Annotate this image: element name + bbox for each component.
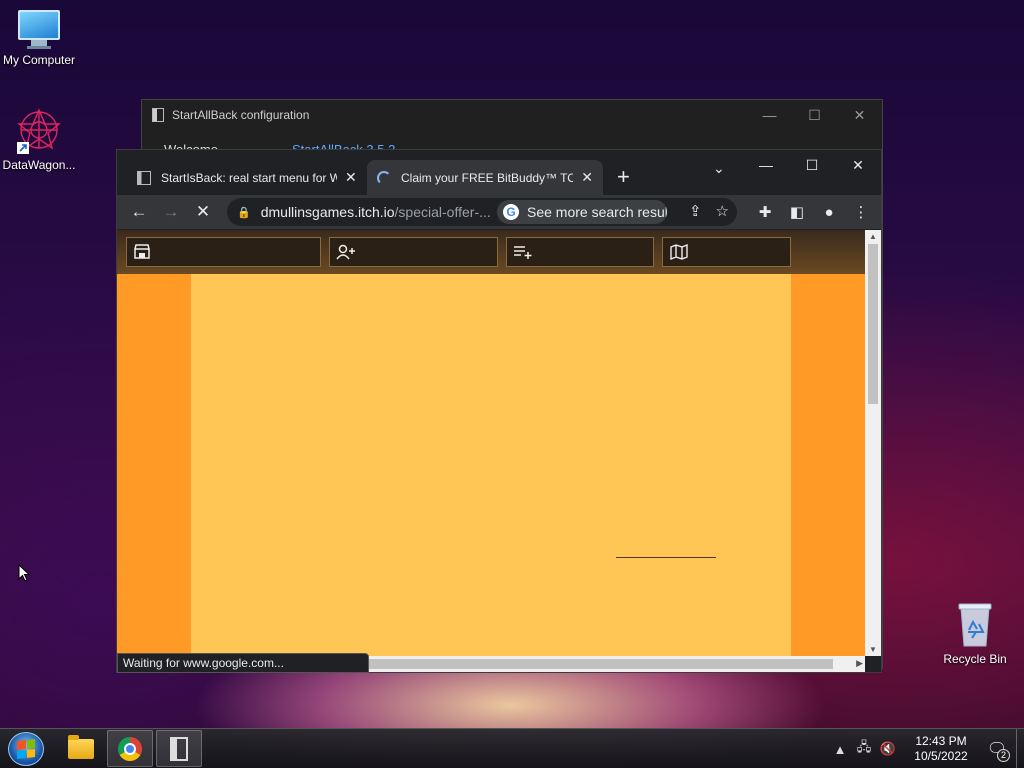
address-bar[interactable]: 🔒 dmullinsgames.itch.io/special-offer-..… xyxy=(227,198,737,226)
network-icon[interactable]: 🖧 xyxy=(852,738,876,760)
show-desktop-button[interactable] xyxy=(1016,729,1024,768)
vertical-scroll-thumb[interactable] xyxy=(868,244,878,404)
desktop-icon-label: DataWagon... xyxy=(2,158,76,172)
clock-time: 12:43 PM xyxy=(915,734,967,748)
notification-badge: 2 xyxy=(997,749,1010,762)
sab-maximize-button[interactable]: ☐ xyxy=(792,100,837,130)
tab-search-button[interactable]: ⌄ xyxy=(713,160,725,177)
monitor-icon xyxy=(0,10,82,49)
extensions-icon[interactable]: ✚ xyxy=(749,198,781,226)
forward-button[interactable]: → xyxy=(155,198,187,226)
desktop-icon-recycle-bin[interactable]: Recycle Bin xyxy=(932,602,1018,666)
google-icon: G xyxy=(503,204,519,220)
profile-icon[interactable]: ● xyxy=(813,198,845,226)
scroll-right-arrow-icon[interactable]: ▶ xyxy=(856,658,863,669)
sab-close-button[interactable]: ✕ xyxy=(837,100,882,130)
volume-muted-icon[interactable]: 🔇 xyxy=(876,741,900,757)
url-text: dmullinsgames.itch.io/special-offer-... xyxy=(261,204,491,220)
search-chip-label: See more search results xyxy=(527,204,667,220)
itch-home-button[interactable] xyxy=(126,237,321,267)
playlist-add-icon xyxy=(514,246,532,259)
datawagon-logo-icon xyxy=(17,108,61,154)
mouse-cursor-icon xyxy=(18,564,30,582)
menu-kebab-icon[interactable]: ⋮ xyxy=(845,198,877,226)
map-icon xyxy=(670,244,688,260)
tab-strip: StartIsBack: real start menu for Windows… xyxy=(117,150,881,195)
loading-spinner-icon xyxy=(377,170,391,185)
desktop-icon-my-computer[interactable]: My Computer xyxy=(0,10,82,67)
desktop-icon-datawagon[interactable]: DataWagon... xyxy=(0,106,82,172)
tab-close-icon[interactable]: ✕ xyxy=(345,169,357,186)
sab-window-title: StartAllBack configuration xyxy=(172,108,310,122)
recycle-bin-icon xyxy=(958,603,992,647)
taskbar-startallback[interactable] xyxy=(156,730,202,767)
tab-startisback[interactable]: StartIsBack: real start menu for Windows… xyxy=(127,160,367,195)
chrome-close-button[interactable]: ✕ xyxy=(835,150,881,180)
chrome-minimize-button[interactable]: — xyxy=(743,150,789,180)
scroll-up-arrow-icon[interactable]: ▲ xyxy=(865,232,881,241)
page-left-margin xyxy=(117,274,191,656)
search-results-chip[interactable]: G See more search results xyxy=(497,200,667,224)
tab-title: Claim your FREE BitBuddy™ TODAY xyxy=(401,170,574,185)
side-panel-icon[interactable]: ◧ xyxy=(781,198,813,226)
vertical-scrollbar[interactable]: ▲ ▼ xyxy=(865,230,881,656)
tab-title: StartIsBack: real start menu for Windows xyxy=(161,170,337,185)
itch-logo-icon xyxy=(134,244,150,259)
system-tray: ▲ 🖧 🔇 12:43 PM 10/5/2022 🗨 2 xyxy=(828,729,1024,768)
add-user-icon xyxy=(336,244,355,260)
startallback-icon xyxy=(170,736,188,761)
bookmark-star-icon[interactable]: ☆ xyxy=(716,202,729,220)
page-viewport[interactable] xyxy=(117,230,865,656)
desktop-icon-label: My Computer xyxy=(2,53,76,67)
url-domain: dmullinsgames.itch.io xyxy=(260,204,395,220)
share-icon[interactable]: ⇪ xyxy=(689,202,702,220)
startallback-icon xyxy=(152,108,164,122)
chrome-icon xyxy=(118,736,142,761)
itch-add-to-collection-button[interactable] xyxy=(506,237,654,267)
back-button[interactable]: ← xyxy=(123,198,155,226)
chrome-maximize-button[interactable]: ☐ xyxy=(789,150,835,180)
taskbar: ▲ 🖧 🔇 12:43 PM 10/5/2022 🗨 2 xyxy=(0,728,1024,768)
tab-close-icon[interactable]: ✕ xyxy=(581,169,593,186)
new-tab-button[interactable]: + xyxy=(617,164,630,190)
windows-logo-icon xyxy=(17,739,35,759)
desktop-icon-label: Recycle Bin xyxy=(943,652,1007,666)
notification-center-button[interactable]: 🗨 2 xyxy=(982,739,1012,762)
itch-add-friend-button[interactable] xyxy=(329,237,498,267)
itch-map-button[interactable] xyxy=(662,237,791,267)
show-hidden-icons-button[interactable]: ▲ xyxy=(828,742,852,757)
lock-icon[interactable]: 🔒 xyxy=(237,206,251,219)
chrome-window[interactable]: StartIsBack: real start menu for Windows… xyxy=(116,149,882,673)
taskbar-file-explorer[interactable] xyxy=(58,730,104,767)
page-right-margin xyxy=(791,274,865,656)
sab-minimize-button[interactable]: — xyxy=(747,100,792,130)
tab-bitbuddy[interactable]: Claim your FREE BitBuddy™ TODAY ✕ xyxy=(367,160,603,195)
itch-top-bar xyxy=(117,230,865,274)
folder-icon xyxy=(68,734,94,759)
taskbar-chrome[interactable] xyxy=(107,730,153,767)
url-path: /special-offer-... xyxy=(394,204,491,220)
clock-date: 10/5/2022 xyxy=(914,749,968,763)
document-icon xyxy=(137,170,151,185)
stop-loading-button[interactable]: ✕ xyxy=(187,198,219,226)
start-button[interactable] xyxy=(8,732,44,766)
status-bubble: Waiting for www.google.com... xyxy=(117,653,369,673)
underlined-link[interactable] xyxy=(616,557,716,558)
clock[interactable]: 12:43 PM 10/5/2022 xyxy=(906,734,976,764)
scroll-down-arrow-icon[interactable]: ▼ xyxy=(865,645,881,654)
chrome-toolbar: ← → ✕ 🔒 dmullinsgames.itch.io/special-of… xyxy=(117,195,881,229)
